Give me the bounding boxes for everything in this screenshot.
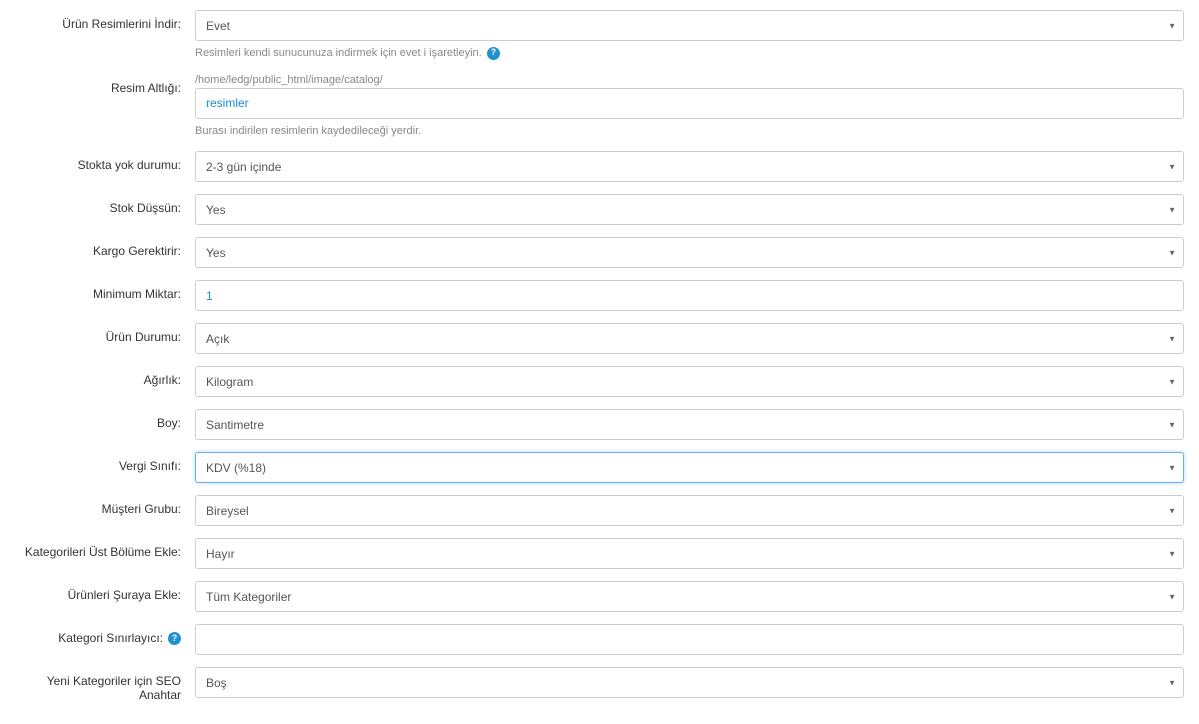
help-icon[interactable]: ?	[487, 47, 500, 60]
image-subpath-help: Burası indirilen resimlerin kaydedileceğ…	[195, 123, 1184, 140]
seo-key-new-categories-select[interactable]: Boş	[195, 667, 1184, 698]
out-of-stock-label: Stokta yok durumu:	[15, 151, 195, 172]
download-images-label: Ürün Resimlerini İndir:	[15, 10, 195, 31]
add-products-to-label: Ürünleri Şuraya Ekle:	[15, 581, 195, 602]
length-label: Boy:	[15, 409, 195, 430]
image-subpath-label: Resim Altlığı:	[15, 74, 195, 95]
add-categories-top-label: Kategorileri Üst Bölüme Ekle:	[15, 538, 195, 559]
minimum-qty-label: Minimum Miktar:	[15, 280, 195, 301]
add-categories-top-select[interactable]: Hayır	[195, 538, 1184, 569]
customer-group-select[interactable]: Bireysel	[195, 495, 1184, 526]
requires-shipping-label: Kargo Gerektirir:	[15, 237, 195, 258]
out-of-stock-select[interactable]: 2-3 gün içinde	[195, 151, 1184, 182]
help-icon[interactable]: ?	[168, 632, 181, 645]
seo-key-new-categories-label: Yeni Kategoriler için SEO Anahtar	[15, 667, 195, 702]
weight-label: Ağırlık:	[15, 366, 195, 387]
subtract-stock-select[interactable]: Yes	[195, 194, 1184, 225]
minimum-qty-input[interactable]	[195, 280, 1184, 311]
download-images-help: Resimleri kendi sunucunuza indirmek için…	[195, 45, 1184, 62]
customer-group-label: Müşteri Grubu:	[15, 495, 195, 516]
image-path-display: /home/ledg/public_html/image/catalog/	[195, 74, 1184, 86]
category-delimiter-input[interactable]	[195, 624, 1184, 655]
add-products-to-select[interactable]: Tüm Kategoriler	[195, 581, 1184, 612]
category-delimiter-label: Kategori Sınırlayıcı: ?	[15, 624, 195, 645]
download-images-select[interactable]: Evet	[195, 10, 1184, 41]
subtract-stock-label: Stok Düşsün:	[15, 194, 195, 215]
weight-select[interactable]: Kilogram	[195, 366, 1184, 397]
image-subpath-input[interactable]	[195, 88, 1184, 119]
length-select[interactable]: Santimetre	[195, 409, 1184, 440]
requires-shipping-select[interactable]: Yes	[195, 237, 1184, 268]
tax-class-select[interactable]: KDV (%18)	[195, 452, 1184, 483]
product-status-select[interactable]: Açık	[195, 323, 1184, 354]
tax-class-label: Vergi Sınıfı:	[15, 452, 195, 473]
product-status-label: Ürün Durumu:	[15, 323, 195, 344]
